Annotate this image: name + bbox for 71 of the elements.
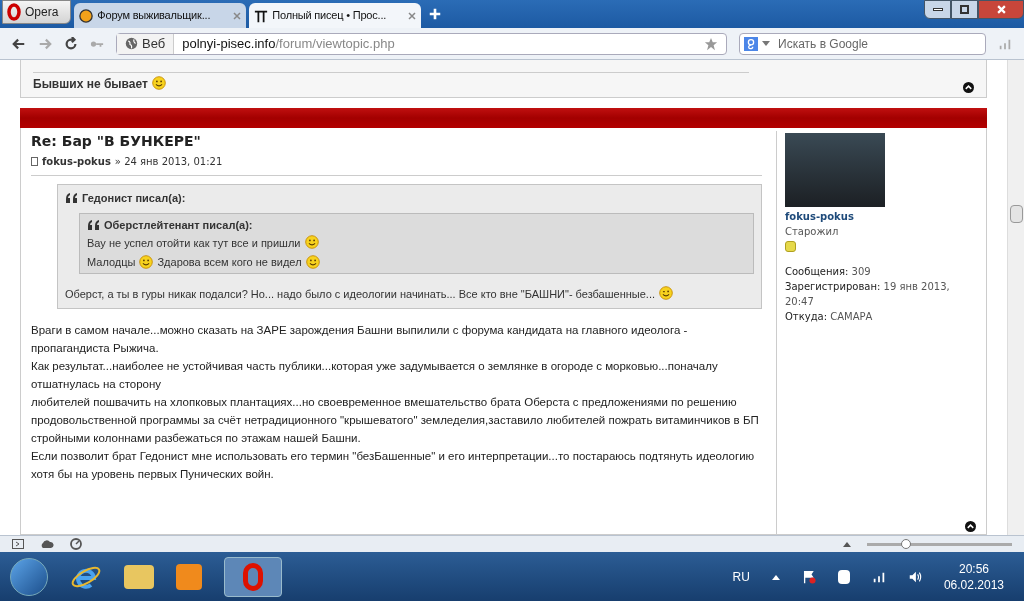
opera-taskbar-button[interactable]	[224, 556, 282, 597]
scroll-top-icon[interactable]	[965, 521, 976, 532]
clock-date[interactable]: 06.02.2013	[943, 576, 1004, 593]
search-engine-icon[interactable]	[744, 36, 758, 51]
post-paragraph: любителей пошвачить на хлопковых плантациях...но своевременное вмешательство брата Оберста с предложениями по решению продовольственной программы за счёт нетрадиционного "крышеватого" земледелия,заставило любителей пожрать витаминчиков в БП стройными колоннами разбежаться по этажам нашей Башни.	[31, 394, 760, 446]
site-logo-icon	[254, 8, 269, 23]
back-arrow-icon[interactable]	[12, 36, 26, 51]
reload-icon[interactable]	[64, 36, 78, 51]
start-button[interactable]	[10, 557, 48, 596]
scroll-top-icon[interactable]	[963, 82, 974, 93]
tab-title: Форум выживальщик...	[97, 8, 212, 24]
search-placeholder: Искать в Google	[778, 35, 869, 53]
quote-text: Малодцы	[87, 254, 136, 270]
caret-icon[interactable]	[762, 40, 770, 47]
quote-text: Здарова всем кого не видел	[157, 254, 302, 270]
smiley-icon	[305, 254, 320, 269]
zoom-slider-thumb[interactable]	[901, 538, 912, 549]
speedometer-icon[interactable]	[70, 538, 82, 550]
address-field[interactable]: Веб polnyi-pisec.info/forum/viewtopic.php	[116, 32, 727, 55]
tab-title: Полный писец • Прос...	[272, 8, 388, 24]
profile-stat: Зарегистрирован: 19 янв 2013, 20:47	[785, 280, 951, 309]
panel-toggle-icon[interactable]	[12, 539, 24, 549]
profile-stat: Откуда: САМАРА	[785, 310, 874, 324]
caret-icon[interactable]	[843, 541, 851, 547]
smiley-icon	[304, 235, 319, 249]
media-player-icon[interactable]	[176, 563, 202, 590]
quote-line: Вау не успел отойти как тут все и пришли	[87, 235, 746, 252]
post-title[interactable]: Re: Бар "В БУНКЕРЕ"	[31, 131, 762, 152]
scrollbar[interactable]	[1007, 60, 1024, 535]
profile-rank: Старожил	[785, 225, 840, 239]
smiley-icon	[151, 76, 166, 90]
restore-button[interactable]	[951, 0, 978, 19]
forum-logo-icon	[79, 8, 94, 23]
close-icon	[996, 5, 1006, 14]
scrollbar-thumb[interactable]	[1009, 205, 1023, 223]
winking-smiley-icon	[659, 286, 674, 300]
browser-tab[interactable]: Форум выживальщик...	[74, 3, 247, 28]
url-text: polnyi-pisec.info/forum/viewtopic.php	[181, 34, 396, 53]
clock-time[interactable]: 20:56	[958, 560, 989, 577]
profile-name-link[interactable]: fokus-pokus	[785, 209, 976, 224]
web-badge[interactable]: Веб	[117, 33, 175, 54]
quote-mark-icon	[65, 193, 78, 204]
post-icon[interactable]	[31, 157, 38, 166]
smiley-icon	[139, 254, 154, 269]
language-indicator[interactable]: RU	[732, 567, 750, 586]
flag-icon[interactable]	[801, 569, 816, 584]
search-field[interactable]: Искать в Google	[739, 32, 986, 55]
quote-text: Оберст, а ты в гуры никак подалси? Но... надо было с идеологии начинать... Все кто вне "БАШНИ"- безбашенные...	[65, 286, 754, 303]
opera-logo-icon	[7, 3, 21, 21]
signature-text: Бывших не бывает	[33, 75, 166, 93]
quote-author: Гедонист писал(а):	[65, 190, 754, 207]
minimize-button[interactable]	[924, 0, 951, 19]
zoom-slider[interactable]	[867, 542, 1012, 546]
close-window-button[interactable]	[978, 0, 1024, 19]
quote-mark-icon	[87, 219, 100, 230]
folder-icon[interactable]	[124, 564, 154, 589]
rank-badge-icon	[785, 241, 796, 252]
opera-menu-button[interactable]: Opera	[2, 0, 72, 24]
caret-icon[interactable]	[771, 573, 780, 580]
profile-stat: Сообщения: 309	[785, 265, 872, 279]
post-date: » 24 янв 2013, 01:21	[114, 155, 223, 169]
speaker-icon[interactable]	[907, 569, 922, 584]
post-paragraph: Если позволит брат Гедонист мне использовать его термин "безБашенные" и его интерпретации...то постараюсь подтянуть идеологию хотя бы на уровень первых Пунических войн.	[31, 448, 756, 482]
quote-author: Оберстлейтенант писал(а):	[87, 216, 746, 233]
bookmark-star-icon[interactable]	[704, 36, 718, 51]
post-paragraph: Враги в самом начале...можно сказать на ЗАРЕ зарождения Башни выпилили с форума кандидата на главного идеолога - пропагандиста Рыжича.	[31, 322, 689, 356]
new-tab-icon[interactable]	[428, 7, 443, 21]
close-icon[interactable]	[408, 11, 417, 20]
cloud-icon[interactable]	[40, 539, 54, 549]
browser-tab[interactable]: Полный писец • Прос...	[249, 3, 422, 28]
author-link[interactable]: fokus-pokus	[42, 154, 111, 169]
